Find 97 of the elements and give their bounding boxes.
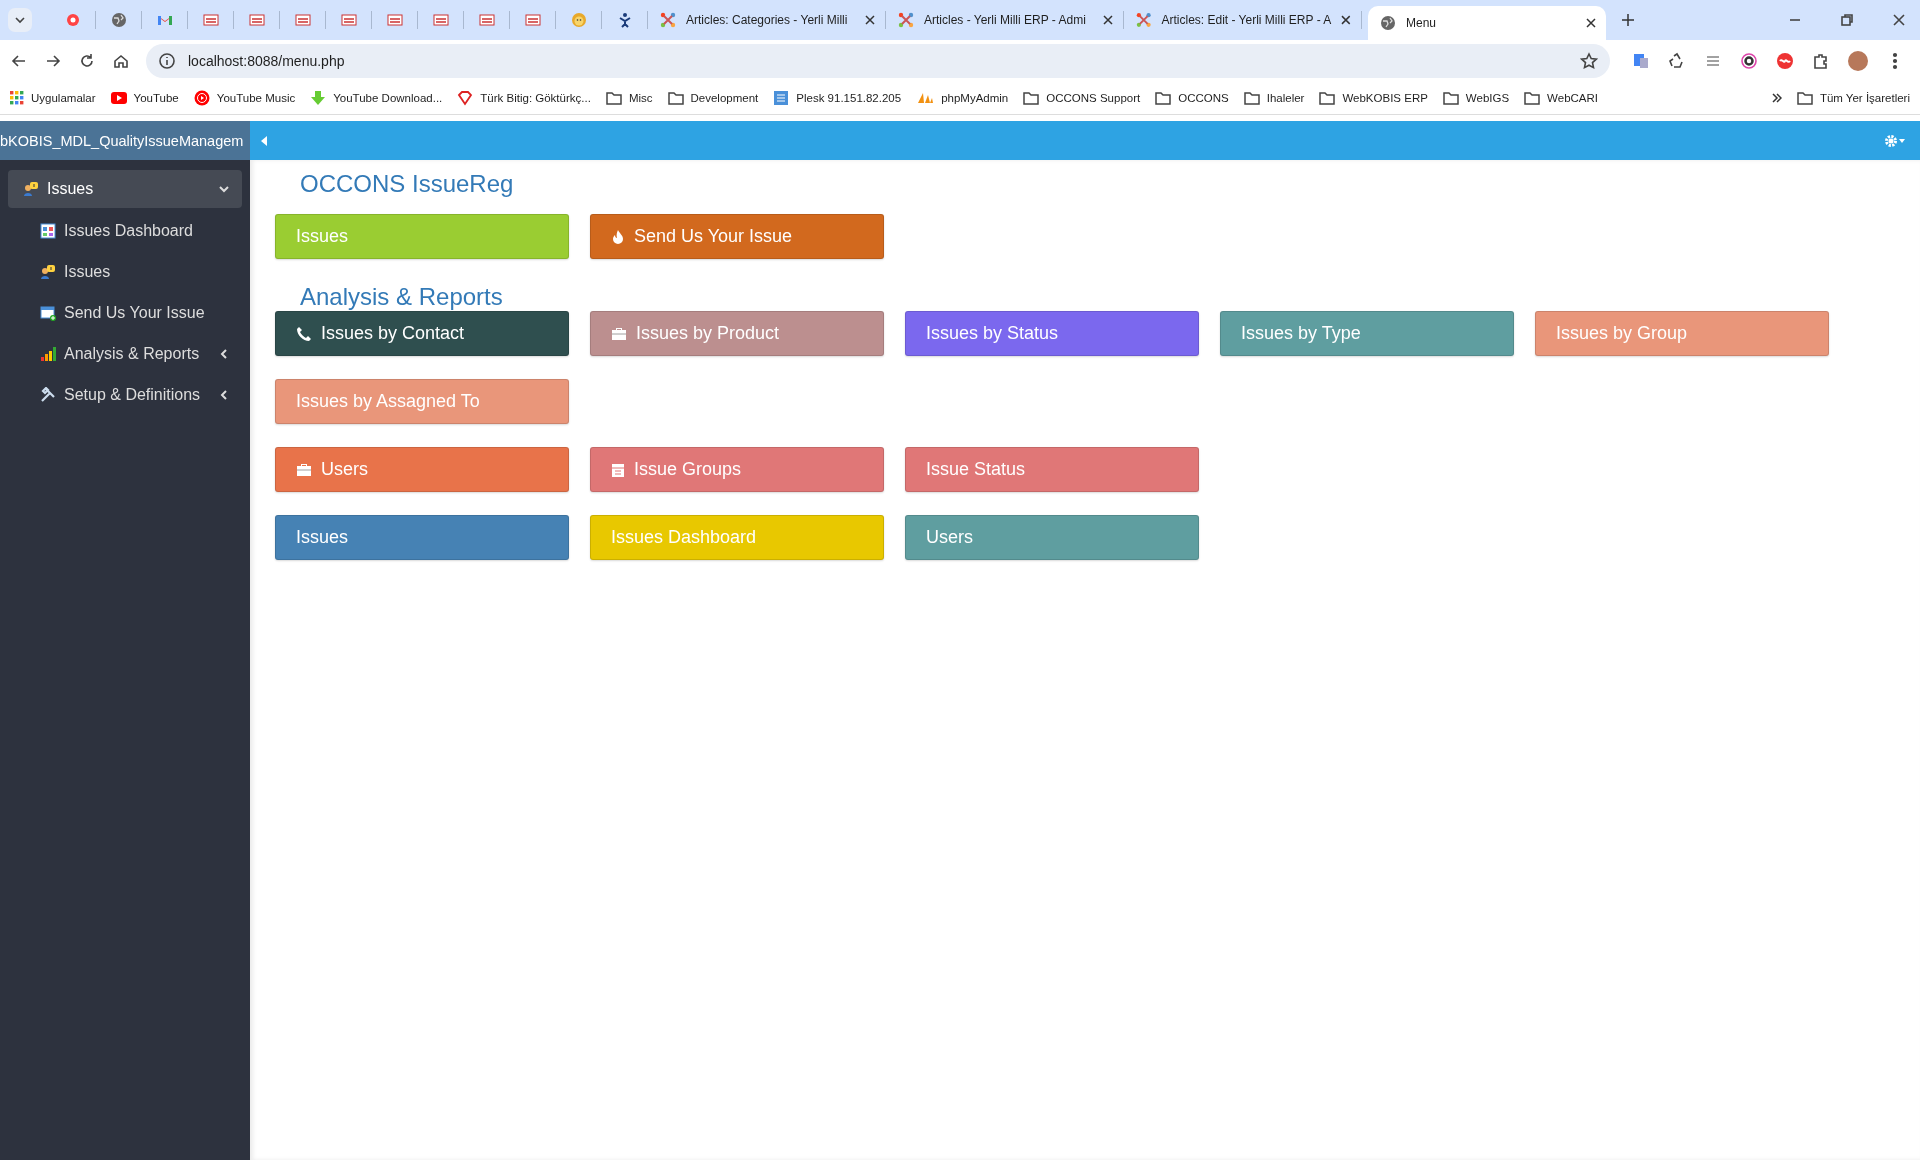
bookmark[interactable]: Misc (605, 91, 653, 105)
star-icon[interactable] (1580, 52, 1598, 70)
folder-icon (1442, 91, 1459, 105)
app-brand[interactable]: bKOBIS_MDL_QualityIssueManagem (0, 121, 250, 160)
tab-close-icon[interactable] (1103, 15, 1113, 25)
menu-tile-button[interactable]: Issues by Status (905, 311, 1199, 356)
sidebar-item[interactable]: Issues (0, 251, 250, 292)
section-heading: Analysis & Reports (300, 283, 504, 311)
more-bookmarks-icon[interactable] (1771, 93, 1782, 103)
folder-icon (1243, 91, 1260, 105)
browser-tab[interactable]: Menu (1368, 6, 1606, 40)
logo-badge-icon (478, 12, 495, 28)
infinity-icon[interactable] (1776, 52, 1794, 70)
user-bubble-icon (23, 181, 39, 197)
dashboard-grid-icon (40, 222, 56, 239)
briefcase-icon (611, 326, 627, 341)
calendar-icon (611, 461, 625, 478)
logo-badge-icon (524, 12, 541, 28)
folder-icon (1155, 91, 1172, 105)
logo-badge-icon (386, 12, 403, 28)
user-bubble-icon (40, 263, 56, 280)
bookmark[interactable]: WebCARI (1524, 91, 1599, 105)
ring-icon[interactable] (1740, 52, 1758, 70)
folder-icon (1524, 91, 1541, 105)
globe-icon (1380, 15, 1396, 31)
logo-badge-icon (202, 12, 219, 28)
bookmark[interactable]: OCCONS (1155, 91, 1229, 105)
chevron-left-icon[interactable] (218, 347, 230, 360)
logo-badge-icon (248, 12, 265, 28)
menu-tile-button[interactable]: Issues (275, 515, 569, 560)
bookmark[interactable]: Development (667, 91, 759, 105)
server-icon (773, 90, 790, 106)
tab-close-icon[interactable] (865, 15, 875, 25)
form-add-icon (40, 304, 56, 321)
folder-icon (1023, 91, 1040, 105)
joomla-logo-icon (898, 12, 914, 28)
bookmark[interactable]: Ihaleler (1243, 91, 1305, 105)
sidebar-item[interactable]: Setup & Definitions (0, 374, 250, 415)
tab-close-icon[interactable] (1341, 15, 1351, 25)
menu-tile-button[interactable]: Send Us Your Issue (590, 214, 884, 259)
record-icon (64, 12, 81, 28)
bookmark[interactable]: WebKOBIS ERP (1319, 91, 1428, 105)
briefcase-icon (296, 462, 312, 477)
menu-tile-button[interactable]: Issues by Contact (275, 311, 569, 356)
play-circle-icon (193, 90, 210, 106)
settings-icon[interactable] (1884, 133, 1906, 148)
phone-icon (296, 325, 312, 342)
flame-icon (611, 228, 625, 245)
lion-face-icon (570, 12, 587, 28)
restore-icon[interactable] (1838, 11, 1856, 29)
bookmark[interactable]: WebIGS (1442, 91, 1510, 105)
logo-badge-icon (294, 12, 311, 28)
logo-badge-icon (340, 12, 357, 28)
browser-tab[interactable]: Articles: Edit - Yerli Milli ERP - A (1124, 11, 1362, 29)
joomla-logo-icon (660, 12, 676, 28)
recycle-icon[interactable] (1668, 52, 1686, 70)
tab-close-icon[interactable] (1586, 18, 1596, 28)
bookmark[interactable]: YouTube Download... (310, 90, 443, 106)
sidebar-item[interactable]: Issues Dashboard (0, 210, 250, 251)
sidebar-item[interactable]: Analysis & Reports (0, 333, 250, 374)
play-icon (110, 92, 127, 104)
sidebar-item[interactable]: Issues (8, 170, 242, 208)
gem-icon (457, 90, 474, 106)
folder-icon (1796, 91, 1813, 105)
chevron-left-icon[interactable] (218, 388, 230, 401)
folder-icon (667, 91, 684, 105)
folder-icon (605, 91, 622, 105)
bookmark[interactable]: phpMyAdmin (916, 91, 1009, 105)
puzzle-icon[interactable] (1812, 52, 1830, 70)
tools-icon (40, 386, 56, 403)
logo-badge-icon (432, 12, 449, 28)
download-arrow-icon (310, 90, 327, 106)
joomla-logo-icon (1136, 12, 1152, 28)
reload-icon[interactable] (78, 52, 96, 70)
folder-icon (1319, 91, 1336, 105)
new-tab-icon[interactable] (1622, 14, 1634, 26)
collapse-caret-icon[interactable] (260, 134, 268, 147)
home-icon[interactable] (112, 52, 130, 70)
bookmark[interactable]: YouTube (110, 92, 179, 104)
info-icon[interactable] (158, 52, 176, 70)
sidebar-item[interactable]: Send Us Your Issue (0, 292, 250, 333)
browser-tab[interactable]: Articles - Yerli Milli ERP - Admi (886, 11, 1124, 29)
address-field[interactable]: localhost:8088/menu.php (146, 44, 1610, 78)
bookmark[interactable]: Plesk 91.151.82.205 (773, 90, 902, 106)
chevron-down-icon[interactable] (218, 183, 230, 195)
apps-grid-icon (10, 91, 24, 105)
bookmark[interactable]: Türk Bitig: Göktürkç... (457, 90, 591, 106)
bookmark[interactable]: Uygulamalar (10, 91, 96, 105)
bar-chart-icon (40, 345, 56, 362)
browser-tab[interactable]: Articles: Categories - Yerli Milli (648, 11, 886, 29)
bookmark[interactable]: OCCONS Support (1023, 91, 1141, 105)
section-heading: OCCONS IssueReg (300, 170, 515, 198)
translate-icon[interactable] (1632, 52, 1650, 70)
profile-avatar[interactable] (1848, 51, 1868, 71)
bookmark[interactable]: Tüm Yer İşaretleri (1796, 91, 1910, 105)
globe-icon (110, 12, 127, 28)
bookmark[interactable]: YouTube Music (193, 90, 296, 106)
